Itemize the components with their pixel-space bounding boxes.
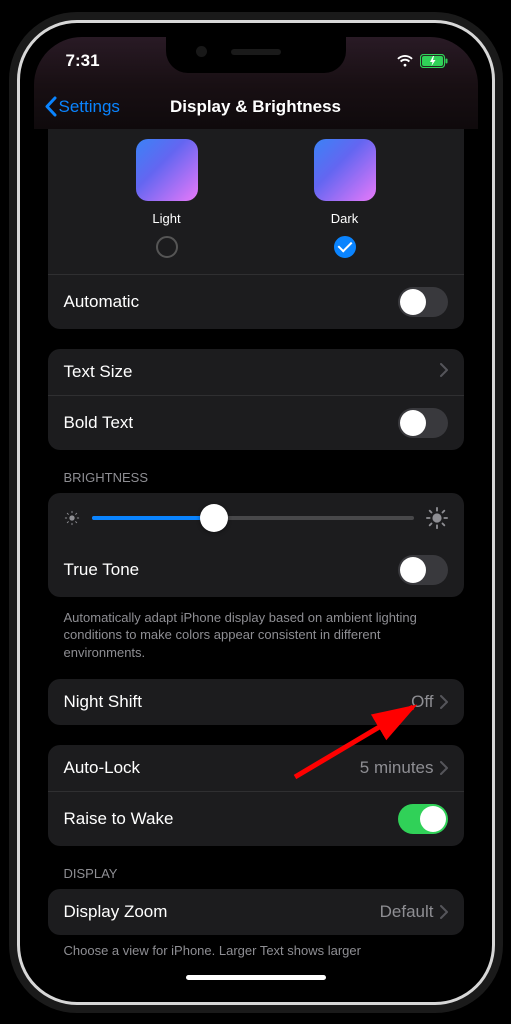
auto-lock-label: Auto-Lock: [64, 758, 141, 778]
text-group: Text Size Bold Text: [48, 349, 464, 450]
auto-lock-value: 5 minutes: [360, 758, 434, 778]
text-size-row[interactable]: Text Size: [48, 349, 464, 395]
display-zoom-footer: Choose a view for iPhone. Larger Text sh…: [48, 937, 464, 958]
back-label: Settings: [59, 97, 120, 117]
true-tone-label: True Tone: [64, 560, 140, 580]
night-shift-group: Night Shift Off: [48, 679, 464, 725]
dark-label: Dark: [314, 211, 376, 226]
battery-charging-icon: [420, 54, 448, 68]
bold-text-row: Bold Text: [48, 395, 464, 450]
chevron-right-icon: [440, 905, 448, 919]
night-shift-label: Night Shift: [64, 692, 142, 712]
brightness-footer: Automatically adapt iPhone display based…: [48, 603, 464, 662]
automatic-toggle[interactable]: [398, 287, 448, 317]
brightness-slider[interactable]: [92, 516, 414, 520]
bold-text-toggle[interactable]: [398, 408, 448, 438]
slider-fill: [92, 516, 214, 520]
dark-preview: [314, 139, 376, 201]
light-radio[interactable]: [156, 236, 178, 258]
display-zoom-label: Display Zoom: [64, 902, 168, 922]
display-zoom-row[interactable]: Display Zoom Default: [48, 889, 464, 935]
power-button: [494, 285, 495, 383]
light-label: Light: [136, 211, 198, 226]
content: Light Dark Automatic Text Size: [34, 129, 478, 966]
chevron-right-icon: [440, 761, 448, 775]
display-zoom-value: Default: [380, 902, 434, 922]
sun-large-icon: [426, 507, 448, 529]
appearance-group: Light Dark Automatic: [48, 129, 464, 329]
status-time: 7:31: [66, 51, 100, 71]
automatic-label: Automatic: [64, 292, 140, 312]
appearance-row: Light Dark: [48, 129, 464, 274]
chevron-left-icon: [44, 96, 57, 117]
display-zoom-group: Display Zoom Default: [48, 889, 464, 935]
brightness-group: True Tone: [48, 493, 464, 597]
appearance-dark[interactable]: Dark: [314, 139, 376, 258]
brightness-header: BRIGHTNESS: [48, 470, 464, 493]
back-button[interactable]: Settings: [44, 96, 120, 117]
night-shift-value: Off: [411, 692, 433, 712]
raise-to-wake-toggle[interactable]: [398, 804, 448, 834]
slider-thumb[interactable]: [200, 504, 228, 532]
home-indicator[interactable]: [186, 975, 326, 980]
night-shift-row[interactable]: Night Shift Off: [48, 679, 464, 725]
light-preview: [136, 139, 198, 201]
screen: 7:31 Settings Display & Bri: [34, 37, 478, 988]
text-size-label: Text Size: [64, 362, 133, 382]
auto-lock-row[interactable]: Auto-Lock 5 minutes: [48, 745, 464, 791]
nav-bar: Settings Display & Brightness: [34, 85, 478, 129]
silence-switch: [17, 195, 18, 227]
chevron-right-icon: [440, 362, 448, 382]
dark-radio[interactable]: [334, 236, 356, 258]
appearance-light[interactable]: Light: [136, 139, 198, 258]
sun-small-icon: [64, 510, 80, 526]
bold-text-label: Bold Text: [64, 413, 134, 433]
display-header: DISPLAY: [48, 866, 464, 889]
raise-to-wake-row: Raise to Wake: [48, 791, 464, 846]
raise-to-wake-label: Raise to Wake: [64, 809, 174, 829]
auto-lock-group: Auto-Lock 5 minutes Raise to Wake: [48, 745, 464, 846]
true-tone-toggle[interactable]: [398, 555, 448, 585]
volume-down-button: [17, 331, 18, 393]
chevron-right-icon: [440, 695, 448, 709]
volume-up-button: [17, 255, 18, 317]
wifi-icon: [396, 54, 414, 67]
notch: [166, 37, 346, 73]
brightness-slider-row: [48, 493, 464, 543]
phone-frame: 7:31 Settings Display & Bri: [17, 20, 495, 1005]
automatic-row: Automatic: [48, 274, 464, 329]
true-tone-row: True Tone: [48, 543, 464, 597]
